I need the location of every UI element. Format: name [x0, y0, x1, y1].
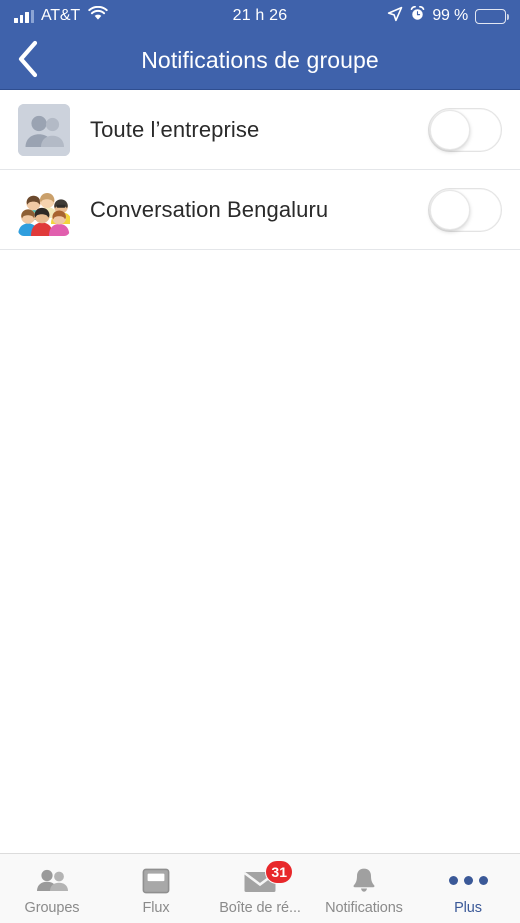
bell-icon: [351, 866, 377, 896]
status-bar-right: 99 %: [387, 5, 509, 27]
people-icon: [35, 866, 69, 896]
list-item[interactable]: Conversation Bengaluru: [0, 170, 520, 250]
battery-full-icon: [475, 8, 509, 24]
signal-bars-icon: [14, 9, 34, 23]
tab-flux[interactable]: Flux: [104, 854, 208, 923]
tab-notifications[interactable]: Notifications: [312, 854, 416, 923]
tab-boite-de-reception[interactable]: 31 Boîte de ré...: [208, 854, 312, 923]
tab-label: Boîte de ré...: [219, 899, 301, 916]
envelope-icon: 31: [243, 859, 293, 896]
people-group-photo-avatar: [18, 184, 70, 236]
tab-label: Notifications: [325, 899, 403, 916]
group-placeholder-avatar: [18, 103, 70, 156]
toggle-knob: [430, 109, 470, 150]
empty-content-area: [0, 250, 520, 853]
navigation-bar: Notifications de groupe: [0, 32, 520, 90]
notification-toggle[interactable]: [428, 107, 502, 152]
list-item[interactable]: Toute l’entreprise: [0, 90, 520, 170]
status-bar: AT&T 21 h 26 99 %: [0, 0, 520, 32]
alarm-clock-icon: [410, 5, 425, 26]
notification-toggle[interactable]: [428, 187, 502, 232]
feed-icon: [142, 866, 170, 896]
group-notifications-list: Toute l’entreprise Conversation Bengalur…: [0, 90, 520, 250]
back-chevron-icon: [16, 40, 40, 81]
page-title: Notifications de groupe: [141, 47, 379, 73]
carrier-label: AT&T: [41, 7, 80, 24]
tab-groupes[interactable]: Groupes: [0, 854, 104, 923]
tab-label: Groupes: [24, 899, 80, 916]
tab-plus[interactable]: Plus: [416, 854, 520, 923]
tab-label: Flux: [142, 899, 170, 916]
tab-label: Plus: [454, 899, 482, 916]
more-dots-icon: [448, 866, 488, 896]
status-bar-left: AT&T: [14, 5, 108, 26]
battery-percent-label: 99 %: [432, 7, 468, 24]
wifi-icon: [88, 5, 108, 26]
app-screen: AT&T 21 h 26 99 % Notifications de group…: [0, 0, 520, 923]
bottom-tab-bar: Groupes Flux 31 Boîte de ré... Notificat…: [0, 853, 520, 923]
location-arrow-icon: [387, 6, 403, 27]
toggle-knob: [430, 189, 470, 230]
list-item-label: Toute l’entreprise: [90, 116, 260, 142]
back-button[interactable]: [0, 32, 56, 90]
unread-badge: 31: [265, 859, 293, 884]
list-item-label: Conversation Bengaluru: [90, 196, 329, 222]
